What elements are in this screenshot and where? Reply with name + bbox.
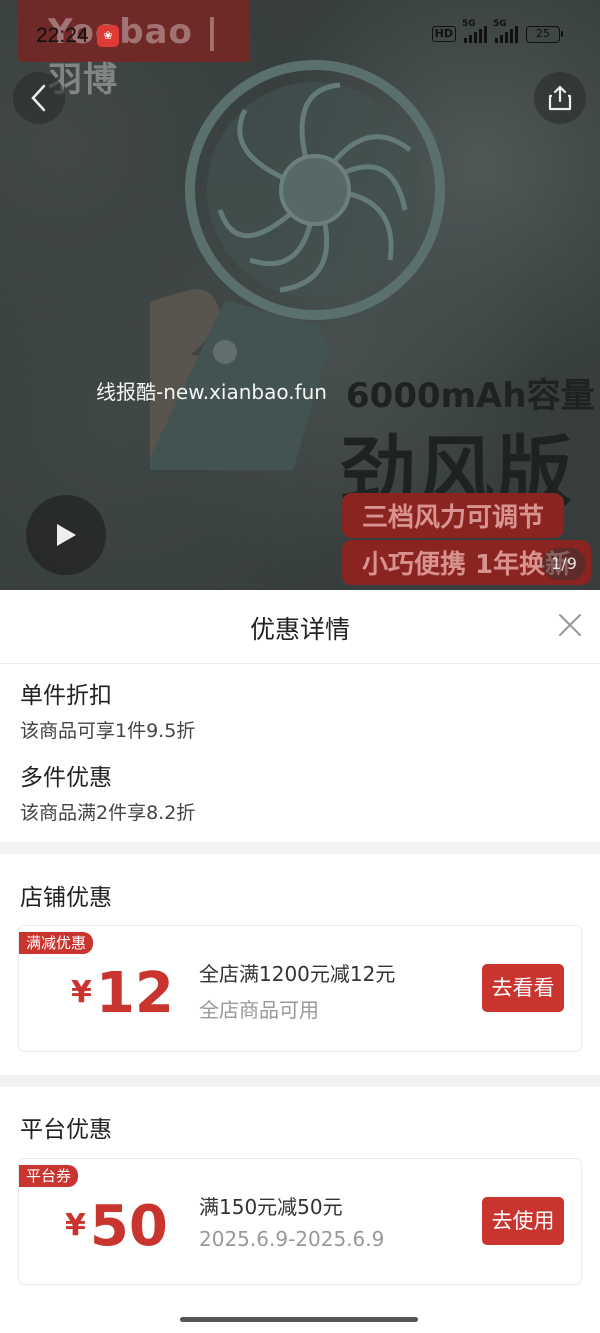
currency-symbol: ¥ — [65, 1208, 86, 1243]
coupon-tag: 满减优惠 — [19, 932, 94, 954]
close-icon — [559, 614, 581, 636]
battery-icon: 25 — [526, 25, 563, 43]
discount-title: 单件折扣 — [20, 683, 112, 709]
product-image-carousel[interactable]: Yoobao | 羽博 22:24 ❀ HD 5G 5G 25 线报酷-new.… — [0, 0, 600, 590]
ad-pill-wind: 三档风力可调节 — [342, 493, 565, 538]
coupon-condition: 满150元减50元 — [199, 1195, 343, 1219]
signal-icon-1: 5G — [462, 19, 487, 43]
discount-item-multi: 多件优惠 该商品满2件享8.2折 — [20, 758, 195, 825]
section-separator — [0, 842, 600, 854]
discount-desc: 该商品满2件享8.2折 — [20, 802, 196, 824]
chevron-left-icon — [31, 84, 46, 112]
hd-badge: HD — [431, 26, 456, 42]
coupon-condition: 全店满1200元减12元 — [199, 962, 396, 986]
store-discount-title: 店铺优惠 — [20, 885, 112, 911]
watermark-text: 线报酷-new.xianbao.fun — [96, 380, 327, 404]
section-separator — [0, 1075, 600, 1087]
status-time: 22:24 — [36, 24, 89, 47]
play-video-button[interactable] — [26, 495, 106, 575]
share-icon — [548, 85, 572, 111]
coupon-tag: 平台券 — [19, 1165, 79, 1187]
share-button[interactable] — [534, 72, 586, 124]
coupon-validity: 2025.6.9-2025.6.9 — [199, 1227, 385, 1251]
platform-discount-title: 平台优惠 — [20, 1117, 112, 1143]
view-store-coupon-button[interactable]: 去看看 — [482, 964, 564, 1012]
currency-symbol: ¥ — [71, 975, 92, 1010]
divider — [0, 663, 600, 664]
home-indicator[interactable] — [180, 1317, 418, 1322]
discount-detail-sheet: 优惠详情 单件折扣 该商品可享1件9.5折 多件优惠 该商品满2件享8.2折 店… — [0, 590, 600, 1333]
coupon-scope: 全店商品可用 — [199, 998, 319, 1022]
store-coupon-card: 满减优惠 ¥12 全店满1200元减12元 全店商品可用 去看看 — [18, 925, 582, 1052]
use-platform-coupon-button[interactable]: 去使用 — [482, 1197, 564, 1245]
status-indicators: HD 5G 5G 25 — [431, 19, 563, 43]
coupon-amount: ¥12 — [71, 964, 174, 1024]
discount-desc: 该商品可享1件9.5折 — [20, 720, 196, 742]
signal-icon-2: 5G — [493, 19, 518, 43]
discount-title: 多件优惠 — [20, 765, 112, 791]
coupon-value: 50 — [89, 1194, 168, 1259]
coupon-amount: ¥50 — [65, 1197, 168, 1257]
back-button[interactable] — [13, 72, 65, 124]
close-button[interactable] — [555, 610, 585, 640]
image-page-indicator: 1/9 — [542, 548, 586, 580]
play-icon — [57, 524, 76, 546]
sheet-title: 优惠详情 — [249, 615, 350, 644]
coupon-value: 12 — [95, 961, 174, 1026]
discount-item-single: 单件折扣 该商品可享1件9.5折 — [20, 676, 195, 743]
app-notification-icon: ❀ — [97, 25, 119, 47]
platform-coupon-card: 平台券 ¥50 满150元减50元 2025.6.9-2025.6.9 去使用 — [18, 1158, 582, 1285]
